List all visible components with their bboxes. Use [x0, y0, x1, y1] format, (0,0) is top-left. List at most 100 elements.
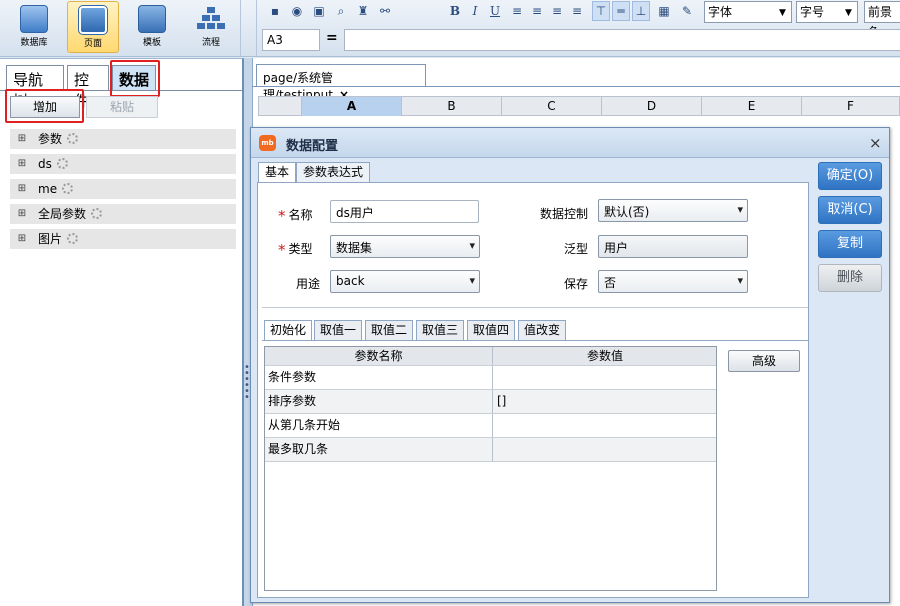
tree-item-images[interactable]: ⊞ 图片 [10, 229, 236, 249]
table-row[interactable]: 条件参数 [265, 366, 716, 390]
table-row[interactable]: 排序参数 [] [265, 390, 716, 414]
align-right-icon[interactable]: ≡ [548, 1, 566, 21]
corner-cell[interactable] [259, 97, 302, 116]
save-label: 保存 [564, 277, 589, 291]
generic-field[interactable]: 用户 [598, 235, 748, 258]
tree-item-me[interactable]: ⊞ me [10, 179, 236, 199]
tree-item-params[interactable]: ⊞ 参数 [10, 129, 236, 149]
flow-button[interactable]: 流程 [185, 1, 237, 53]
usage-select-value: back [336, 274, 365, 288]
search-icon[interactable]: ⌕ [332, 1, 350, 21]
font-select[interactable]: 字体 ▼ [704, 1, 792, 23]
param-value-cell[interactable] [494, 438, 716, 461]
italic-button[interactable]: I [466, 1, 484, 21]
expand-icon[interactable]: ⊞ [17, 209, 27, 219]
gear-icon[interactable] [62, 183, 74, 194]
save-select[interactable]: 否 ▾ [598, 270, 748, 293]
param-name-cell: 从第几条开始 [265, 414, 493, 437]
param-value-cell[interactable] [494, 414, 716, 437]
close-icon[interactable]: × [869, 134, 882, 152]
tab-param-expression[interactable]: 参数表达式 [296, 162, 371, 182]
align-center-icon[interactable]: ≡ [528, 1, 546, 21]
delete-button[interactable]: 删除 [818, 264, 882, 292]
chevron-down-icon: ▼ [845, 8, 852, 18]
bold-button[interactable]: B [446, 1, 464, 21]
gear-icon[interactable] [91, 208, 103, 219]
required-mark: * [278, 241, 286, 259]
param-value-cell[interactable] [494, 366, 716, 389]
tab-navigation-tree[interactable]: 导航树 [6, 65, 64, 110]
param-value-cell[interactable]: [] [494, 390, 716, 413]
tab-basic[interactable]: 基本 [258, 162, 297, 182]
tab-initialize[interactable]: 初始化 [264, 320, 313, 340]
size-select[interactable]: 字号 ▼ [796, 1, 858, 23]
type-select[interactable]: 数据集 ▾ [330, 235, 480, 258]
find-icon[interactable]: ♜ [354, 1, 372, 21]
expand-icon[interactable]: ⊞ [17, 134, 27, 144]
column-header[interactable]: E [702, 97, 802, 116]
ok-button[interactable]: 确定(O) [818, 162, 882, 190]
size-select-value: 字号 [800, 5, 825, 19]
page-button[interactable]: 页面 [67, 1, 119, 53]
data-config-dialog: mb 数据配置 × 基本 参数表达式 * 名称 ds用户 * 类型 数据集 ▾ 用途… [250, 127, 890, 603]
param-name-cell: 排序参数 [265, 390, 493, 413]
template-button[interactable]: 模板 [126, 1, 178, 53]
gear-icon[interactable] [67, 233, 79, 244]
copy-button[interactable]: 复制 [818, 230, 882, 258]
table-row[interactable]: 最多取几条 [265, 438, 716, 462]
tree-item-global-params[interactable]: ⊞ 全局参数 [10, 204, 236, 224]
underline-button[interactable]: U [486, 1, 504, 21]
left-panel: 导航树 控件 数据 增加 粘贴 ⊞ 参数 ⊞ ds ⊞ me ⊞ 全局参数 ⊞ … [0, 58, 244, 606]
valign-top-icon[interactable]: ⊤ [592, 1, 610, 21]
save-icon[interactable]: ▪ [266, 1, 284, 21]
column-header[interactable]: C [502, 97, 602, 116]
export-icon[interactable]: ▣ [310, 1, 328, 21]
replace-icon[interactable]: ⚯ [376, 1, 394, 21]
valign-middle-icon[interactable]: ═ [612, 1, 630, 21]
align-left-icon[interactable]: ≡ [508, 1, 526, 21]
gear-icon[interactable] [56, 158, 68, 169]
tab-value-4[interactable]: 取值四 [467, 320, 516, 340]
table-row[interactable]: 从第几条开始 [265, 414, 716, 438]
save-select-value: 否 [604, 276, 617, 290]
dialog-titlebar[interactable]: mb 数据配置 × [251, 128, 889, 158]
foreground-color-select[interactable]: 前景色 [864, 1, 900, 39]
align-justify-icon[interactable]: ≡ [568, 1, 586, 21]
tree-item-label: 全局参数 [38, 207, 87, 221]
table-header-row: 参数名称 参数值 [265, 347, 716, 366]
expand-icon[interactable]: ⊞ [17, 184, 27, 194]
tab-value-change[interactable]: 值改变 [518, 320, 567, 340]
tab-controls[interactable]: 控件 [67, 65, 109, 110]
param-name-cell: 最多取几条 [265, 438, 493, 461]
paste-button[interactable]: 粘贴 [86, 96, 158, 118]
column-header[interactable]: A [302, 97, 402, 116]
tab-value-2[interactable]: 取值二 [365, 320, 414, 340]
tab-value-3[interactable]: 取值三 [416, 320, 465, 340]
data-control-select[interactable]: 默认(否) ▾ [598, 199, 748, 222]
gear-icon[interactable] [67, 133, 79, 144]
cancel-button[interactable]: 取消(C) [818, 196, 882, 224]
page-tab[interactable]: page/系统管理/testinput × [256, 64, 426, 102]
tree-item-ds[interactable]: ⊞ ds [10, 154, 236, 174]
preview-icon[interactable]: ◉ [288, 1, 306, 21]
cell-reference-field[interactable]: A3 [262, 29, 320, 51]
column-header[interactable]: B [402, 97, 502, 116]
tab-value-1[interactable]: 取值一 [314, 320, 363, 340]
expand-icon[interactable]: ⊞ [17, 234, 27, 244]
column-header[interactable]: F [802, 97, 899, 116]
merge-cells-icon[interactable]: ▦ [655, 1, 673, 21]
valign-bottom-icon[interactable]: ⊥ [632, 1, 650, 21]
expand-icon[interactable]: ⊞ [17, 159, 27, 169]
advanced-button[interactable]: 高级 [728, 350, 800, 372]
formula-input[interactable] [344, 29, 900, 51]
chevron-down-icon: ▾ [469, 239, 475, 252]
tab-divider [252, 86, 900, 87]
data-control-value: 默认(否) [604, 205, 650, 219]
usage-select[interactable]: back ▾ [330, 270, 480, 293]
tree-item-label: ds [38, 157, 52, 171]
database-button-label: 数据库 [20, 38, 48, 48]
database-button[interactable]: 数据库 [8, 1, 60, 53]
column-header[interactable]: D [602, 97, 702, 116]
clear-format-icon[interactable]: ✎ [678, 1, 696, 21]
name-input[interactable]: ds用户 [330, 200, 479, 223]
